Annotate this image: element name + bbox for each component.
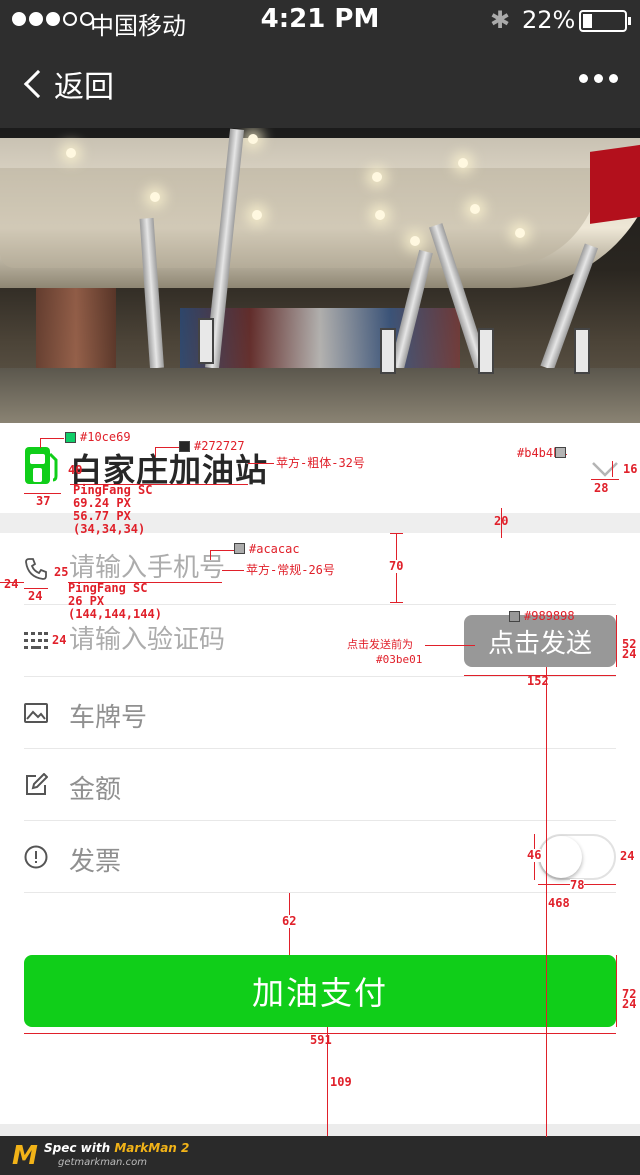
ann-send-margin: 24 [622, 647, 637, 661]
station-photo [0, 128, 640, 423]
chevron-left-icon [23, 69, 53, 99]
ann-title-rgb: (34,34,34) [73, 522, 146, 536]
back-label: 返回 [54, 70, 114, 105]
ann-send-color: #989898 [524, 609, 575, 623]
more-dot [579, 74, 588, 83]
invoice-toggle[interactable] [538, 834, 616, 880]
edit-icon [26, 773, 48, 795]
battery-fill [583, 14, 592, 28]
bluetooth-icon: ✱ [490, 6, 511, 34]
back-button[interactable]: 返回 [22, 62, 114, 106]
image-icon [24, 703, 48, 723]
ann-icon-h: 25 [54, 565, 69, 579]
pay-button[interactable]: 加油支付 [24, 955, 616, 1027]
amount-row[interactable]: 金额 [24, 749, 616, 821]
ann-left-margin: 24 [4, 577, 19, 591]
ann-row-height: 70 [389, 559, 404, 573]
ann-pay-bottom-gap: 109 [330, 1075, 352, 1089]
more-dot [609, 74, 618, 83]
more-dot [594, 74, 603, 83]
swatch-title-color [179, 441, 190, 452]
swatch-send-color [509, 611, 520, 622]
markman-footer: M Spec with MarkMan 2 getmarkman.com [0, 1136, 640, 1175]
phone-icon [25, 558, 47, 580]
ann-chevron-width: 28 [594, 481, 609, 495]
swatch-chevron-color [555, 447, 566, 458]
swatch-placeholder-color [234, 543, 245, 554]
invoice-label: 发票 [69, 847, 122, 877]
ann-toggle-width: 78 [570, 878, 585, 892]
ann-icon-color: #10ce69 [80, 430, 131, 444]
ann-pay-top-gap: 62 [282, 914, 297, 928]
ann-toggle-offset: 468 [548, 896, 570, 910]
ann-pay-margin: 24 [622, 997, 637, 1011]
ann-placeholder-font: 苹方-常规-26号 [246, 563, 335, 577]
ann-placeholder-rgb: (144,144,144) [68, 607, 162, 621]
ann-send-note-2: #03be01 [376, 653, 423, 666]
photo-ground [0, 368, 640, 423]
ann-send-note-1: 点击发送前为 [347, 638, 413, 651]
keypad-icon [24, 632, 48, 649]
ann-placeholder-color: #acacac [249, 542, 300, 556]
ann-title-font: 苹方-粗体-32号 [276, 456, 365, 470]
ann-icon-height: 40 [68, 463, 83, 477]
ann-pay-width: 591 [310, 1033, 332, 1047]
battery-percent: 22% [522, 6, 576, 34]
ann-icon-gap: 24 [52, 633, 67, 647]
markman-url: getmarkman.com [58, 1157, 147, 1168]
bottom-divider [0, 1124, 640, 1136]
ann-title-color: #272727 [194, 439, 245, 453]
ann-toggle-height: 46 [527, 848, 542, 862]
status-bar: 中国移动 4:21 PM ✱ 22% [0, 0, 640, 42]
top-bar: 中国移动 4:21 PM ✱ 22% 返回 [0, 0, 640, 128]
photo-billboard [590, 144, 640, 224]
ann-band-height: 20 [494, 514, 509, 528]
more-button[interactable] [579, 74, 618, 83]
markman-logo: M [12, 1141, 38, 1171]
alert-circle-icon [24, 845, 48, 869]
ann-icon-width: 37 [36, 494, 51, 508]
ann-icon-w: 24 [28, 589, 43, 603]
ann-toggle-margin: 24 [620, 849, 635, 863]
swatch-icon-color [65, 432, 76, 443]
amount-label: 金额 [69, 775, 122, 805]
chevron-down-icon[interactable] [591, 461, 619, 477]
markman-spec-text: Spec with MarkMan 2 [44, 1141, 189, 1155]
ann-chevron-height: 16 [623, 462, 638, 476]
plate-label: 车牌号 [69, 703, 148, 733]
photo-canopy-shadow [0, 168, 600, 268]
battery-icon [579, 10, 631, 32]
markman-brand: MarkMan 2 [114, 1141, 190, 1155]
spec-with-text: Spec with [44, 1141, 115, 1155]
fuel-pump-icon [25, 447, 58, 484]
